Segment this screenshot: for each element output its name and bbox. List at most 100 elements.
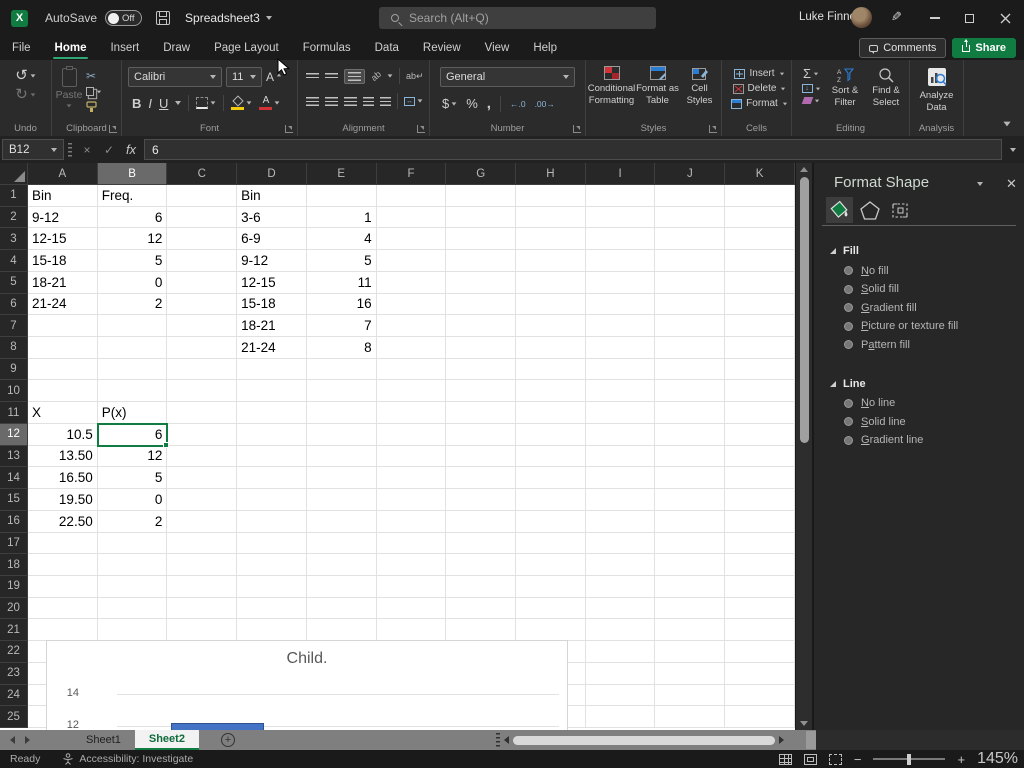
grid-cell-G20[interactable] — [446, 597, 517, 620]
insert-cells-button[interactable]: Insert — [728, 68, 791, 79]
grid-cell-A16[interactable]: 22.50 — [28, 510, 98, 533]
grid-cell-H13[interactable] — [516, 445, 586, 468]
grid-cell-J13[interactable] — [655, 445, 726, 468]
grid-cell-A15[interactable]: 19.50 — [28, 489, 98, 511]
row-header-19[interactable]: 19 — [0, 575, 28, 598]
format-cells-button[interactable]: Format — [728, 98, 791, 109]
collapse-ribbon-icon[interactable] — [1003, 121, 1011, 127]
grid-cell-F12[interactable] — [376, 423, 447, 446]
grid-cell-J20[interactable] — [655, 597, 726, 620]
ribbon-tab-page-layout[interactable]: Page Layout — [202, 36, 291, 60]
grid-cell-K7[interactable] — [725, 315, 795, 338]
grid-cell-D9[interactable] — [237, 358, 307, 381]
chart-title[interactable]: Child. — [47, 650, 567, 668]
radio-button-icon[interactable] — [844, 340, 853, 349]
grid-cell-F1[interactable] — [376, 185, 447, 207]
grid-cell-B8[interactable] — [97, 337, 168, 359]
grid-cell-A18[interactable] — [28, 554, 98, 576]
grid-cell-C2[interactable] — [167, 206, 238, 229]
option-solid-line[interactable]: Solid line — [844, 416, 1024, 428]
grid-cell-J4[interactable] — [655, 250, 726, 272]
grid-cell-K19[interactable] — [725, 575, 795, 598]
grid-cell-G14[interactable] — [446, 467, 517, 490]
grid-cell-I22[interactable] — [585, 641, 656, 663]
grid-cell-F18[interactable] — [376, 554, 447, 576]
grid-cell-G12[interactable] — [446, 423, 517, 446]
grid-cell-E8[interactable]: 8 — [306, 337, 377, 359]
fill-handle[interactable] — [163, 441, 170, 448]
grid-cell-A6[interactable]: 21-24 — [28, 293, 98, 316]
search-input[interactable] — [409, 11, 629, 25]
number-format-combobox[interactable]: General — [440, 67, 575, 87]
column-header-I[interactable]: I — [585, 163, 656, 185]
autosave-toggle[interactable]: Off — [105, 10, 143, 26]
radio-button-icon[interactable] — [844, 321, 853, 331]
grid-cell-G15[interactable] — [446, 489, 517, 511]
grid-cell-I2[interactable] — [585, 206, 656, 229]
ribbon-tab-data[interactable]: Data — [363, 36, 411, 60]
bold-button[interactable]: B — [132, 96, 141, 111]
grid-cell-B3[interactable]: 12 — [97, 228, 168, 251]
grid-cell-B7[interactable] — [97, 315, 168, 338]
grid-cell-F17[interactable] — [376, 532, 447, 555]
format-painter-icon[interactable] — [86, 101, 100, 113]
comma-style-button[interactable]: , — [487, 95, 491, 112]
grid-cell-D12[interactable] — [237, 423, 307, 446]
autosum-button[interactable]: Σ — [798, 67, 824, 80]
grid-cell-J17[interactable] — [655, 532, 726, 555]
option-solid-fill[interactable]: Solid fill — [844, 283, 1024, 295]
column-header-C[interactable]: C — [167, 163, 238, 185]
grid-cell-J5[interactable] — [655, 271, 726, 294]
pen-mode-icon[interactable]: ✎ — [891, 9, 902, 25]
grid-cell-I4[interactable] — [585, 250, 656, 272]
grid-cell-K18[interactable] — [725, 554, 795, 576]
column-header-A[interactable]: A — [28, 163, 98, 185]
grid-cell-J14[interactable] — [655, 467, 726, 490]
option-no-line[interactable]: No line — [844, 397, 1024, 409]
grid-cell-J7[interactable] — [655, 315, 726, 338]
grid-cell-D8[interactable]: 21-24 — [237, 337, 307, 359]
grid-cell-B9[interactable] — [97, 358, 168, 381]
copy-button[interactable] — [86, 87, 102, 96]
grid-cell-E4[interactable]: 5 — [306, 250, 377, 272]
merge-center-button[interactable]: ↔ — [404, 96, 423, 106]
grid-cell-G8[interactable] — [446, 337, 517, 359]
grid-cell-G18[interactable] — [446, 554, 517, 576]
grid-cell-K6[interactable] — [725, 293, 795, 316]
grid-cell-H21[interactable] — [516, 619, 586, 642]
ribbon-tab-review[interactable]: Review — [411, 36, 473, 60]
grid-cell-J22[interactable] — [655, 641, 726, 663]
ribbon-tab-file[interactable]: File — [0, 36, 43, 60]
grid-cell-F13[interactable] — [376, 445, 447, 468]
row-header-5[interactable]: 5 — [0, 271, 28, 294]
grid-cell-D14[interactable] — [237, 467, 307, 490]
grid-cell-B19[interactable] — [97, 575, 168, 598]
grid-cell-K2[interactable] — [725, 206, 795, 229]
column-header-F[interactable]: F — [376, 163, 447, 185]
grid-cell-A20[interactable] — [28, 597, 98, 620]
zoom-out-button[interactable]: − — [854, 752, 862, 767]
grid-cell-F7[interactable] — [376, 315, 447, 338]
grid-cell-C10[interactable] — [167, 380, 238, 403]
grid-cell-D4[interactable]: 9-12 — [237, 250, 307, 272]
grid-cell-D7[interactable]: 18-21 — [237, 315, 307, 338]
grid-cell-E13[interactable] — [306, 445, 377, 468]
grid-cell-H5[interactable] — [516, 271, 586, 294]
option-picture-or-texture-fill[interactable]: Picture or texture fill — [844, 320, 1024, 332]
page-break-preview-button[interactable] — [828, 753, 842, 765]
grid-cell-D2[interactable]: 3-6 — [237, 206, 307, 229]
sheet-tab-sheet1[interactable]: Sheet1 — [72, 730, 135, 750]
formula-bar-grip[interactable] — [68, 142, 72, 157]
grid-cell-E3[interactable]: 4 — [306, 228, 377, 251]
column-header-B[interactable]: B — [97, 163, 168, 185]
alignment-dialog-launcher[interactable] — [417, 125, 425, 133]
grid-cell-J2[interactable] — [655, 206, 726, 229]
grid-cell-B17[interactable] — [97, 532, 168, 555]
grid-cell-F9[interactable] — [376, 358, 447, 381]
align-right-button[interactable] — [344, 96, 357, 106]
vertical-scrollbar-thumb[interactable] — [800, 177, 809, 443]
grid-cell-E9[interactable] — [306, 358, 377, 381]
grid-cell-I18[interactable] — [585, 554, 656, 576]
grid-cell-J15[interactable] — [655, 489, 726, 511]
cancel-button[interactable]: × — [76, 139, 98, 160]
